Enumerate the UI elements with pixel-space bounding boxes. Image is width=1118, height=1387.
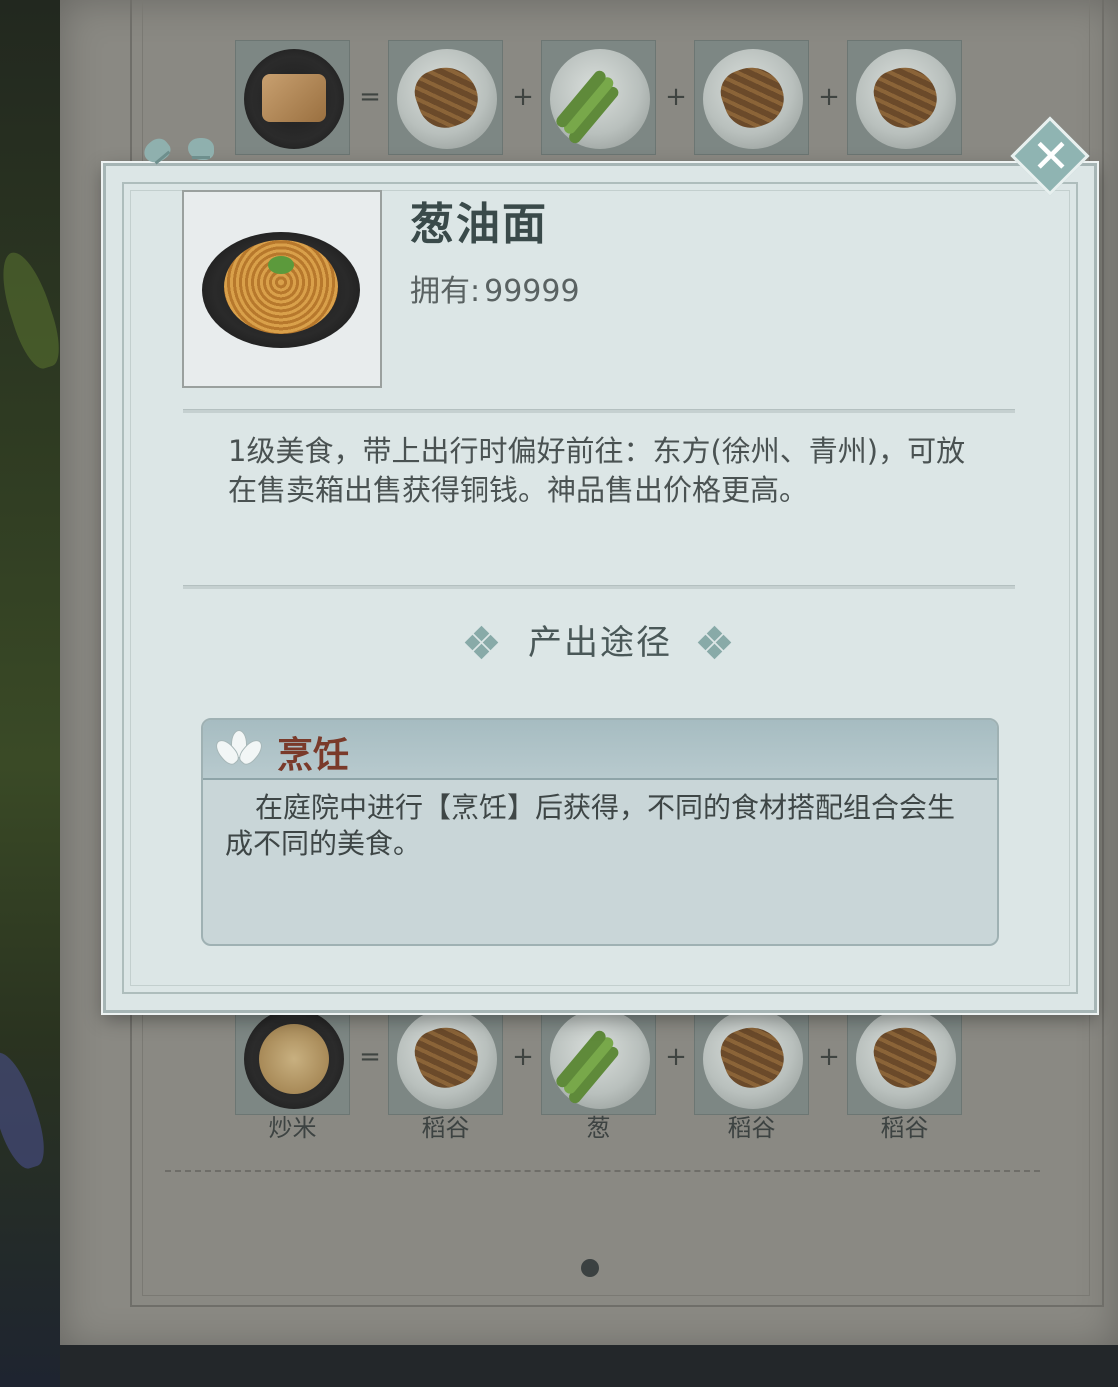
flower-decoration (0, 1046, 53, 1174)
leaf-decoration (0, 246, 68, 374)
bottom-bar (60, 1345, 1118, 1387)
plus-sign: + (512, 82, 534, 112)
recipe-result-label: 炒米 (268, 1114, 317, 1142)
recipe-row-top: = + + + (235, 40, 975, 160)
divider (183, 409, 1015, 413)
item-description: 1级美食，带上出行时偏好前往：东方(徐州、青州)，可放在售卖箱出售获得铜钱。神品… (228, 434, 966, 507)
bird-icon (139, 134, 175, 168)
source-header: 烹饪 (203, 720, 997, 780)
plus-sign: + (818, 82, 840, 112)
ingredient-label: 稻谷 (421, 1114, 470, 1142)
ingredient-slot[interactable] (388, 1000, 503, 1115)
page-indicator-dot[interactable] (581, 1259, 599, 1277)
equals-sign: = (359, 82, 381, 112)
divider (183, 585, 1015, 589)
ingredient-slot[interactable] (541, 1000, 656, 1115)
plus-sign: + (512, 1042, 534, 1072)
ingredient-slot[interactable] (847, 1000, 962, 1115)
bird-decoration (138, 122, 238, 182)
item-name: 葱油面 (410, 199, 548, 250)
ingredient-slot[interactable] (694, 1000, 809, 1115)
bird-icon (188, 138, 214, 160)
item-image-frame (182, 190, 382, 388)
owned-label: 拥有: (410, 274, 481, 309)
close-button[interactable]: ✕ (1010, 116, 1090, 196)
page-divider (165, 1170, 1040, 1172)
ingredient-label: 稻谷 (727, 1114, 776, 1142)
ingredient-slot[interactable] (694, 40, 809, 155)
recipe-result-slot[interactable] (235, 1000, 350, 1115)
owned-value: 99999 (484, 274, 580, 309)
plus-sign: + (665, 1042, 687, 1072)
source-description: 在庭院中进行【烹饪】后获得，不同的食材搭配组合会生成不同的美食。 (225, 791, 956, 860)
diamond-ornament-icon (697, 625, 732, 660)
source-panel: 烹饪 在庭院中进行【烹饪】后获得，不同的食材搭配组合会生成不同的美食。 (201, 718, 999, 946)
ingredient-label: 稻谷 (880, 1114, 929, 1142)
owned-count: 拥有: 99999 (410, 266, 580, 310)
lotus-icon (211, 730, 267, 768)
ingredient-slot[interactable] (388, 40, 503, 155)
recipe-row-bottom: 炒米 = 稻谷 + 葱 + 稻谷 + 稻谷 (235, 1000, 975, 1150)
plus-sign: + (818, 1042, 840, 1072)
recipe-result-slot[interactable] (235, 40, 350, 155)
source-title: 烹饪 (277, 735, 350, 776)
ingredient-slot[interactable] (541, 40, 656, 155)
ingredient-label: 葱 (586, 1114, 611, 1142)
equals-sign: = (359, 1042, 381, 1072)
ingredient-slot[interactable] (847, 40, 962, 155)
plus-sign: + (665, 82, 687, 112)
noodle-dish-image (202, 232, 360, 348)
